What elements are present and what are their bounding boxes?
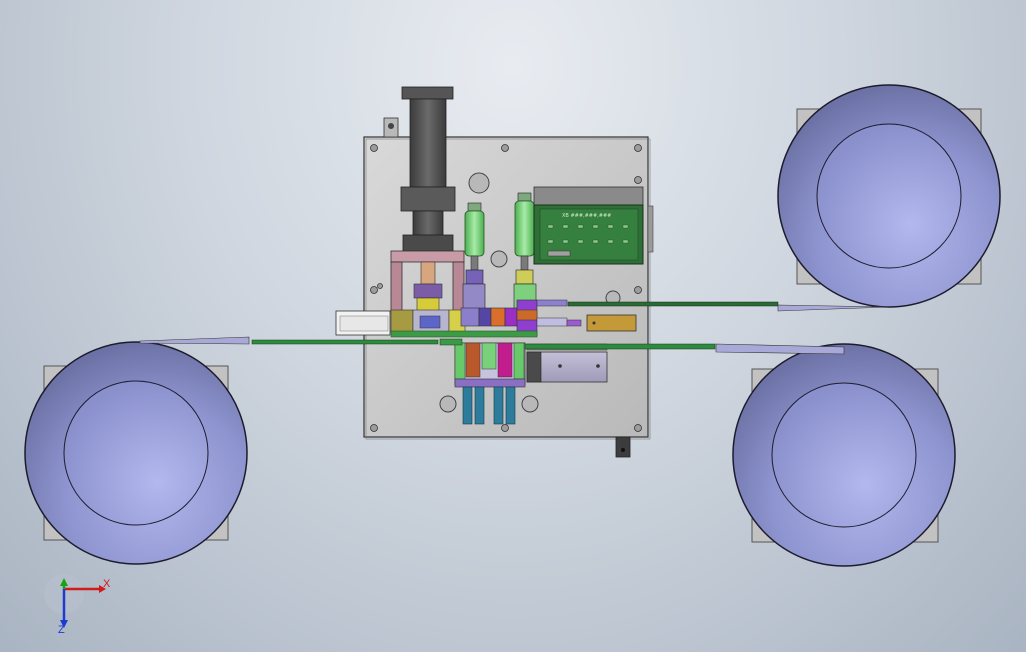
die-block bbox=[490, 307, 506, 327]
cutter-screw bbox=[596, 364, 600, 368]
x-axis-label: X bbox=[103, 578, 111, 590]
reel-hub bbox=[816, 123, 962, 269]
frame-left-leg bbox=[390, 261, 403, 313]
board-label: XB ###,###,### bbox=[562, 213, 611, 219]
die-insert bbox=[481, 342, 497, 370]
coordinate-triad[interactable]: X Z bbox=[44, 574, 111, 636]
die-block bbox=[504, 307, 518, 327]
z-axis-label: Z bbox=[58, 624, 65, 636]
board-housing bbox=[533, 186, 644, 206]
die-base bbox=[454, 378, 526, 388]
cylinder-body bbox=[464, 210, 485, 257]
tape-left-strip bbox=[251, 339, 439, 345]
feed-rail bbox=[390, 330, 538, 338]
cylinder-cap bbox=[401, 86, 454, 100]
screw bbox=[634, 176, 642, 184]
side-tab bbox=[647, 205, 654, 253]
die-insert bbox=[465, 342, 481, 378]
tape-top-strip bbox=[567, 301, 779, 307]
entry-guide-slot bbox=[339, 315, 389, 332]
hole bbox=[490, 250, 508, 268]
die-insert bbox=[497, 342, 513, 378]
frame-top bbox=[390, 250, 465, 263]
reel-bottom-right[interactable] bbox=[732, 343, 956, 567]
press-frame[interactable] bbox=[390, 250, 465, 313]
screw bbox=[634, 144, 642, 152]
die-block bbox=[478, 307, 492, 327]
screw bbox=[634, 424, 642, 432]
hole bbox=[439, 395, 457, 413]
cylinder-rod bbox=[470, 255, 479, 271]
sensor-screw bbox=[592, 321, 596, 325]
tape-left-feed bbox=[139, 336, 250, 345]
screw bbox=[377, 283, 383, 289]
frame-right-leg bbox=[452, 261, 465, 313]
controller-board[interactable]: XB ###,###,### bbox=[533, 186, 644, 265]
guide-rod bbox=[474, 386, 485, 425]
clamp-block bbox=[390, 309, 414, 333]
foot-hole bbox=[621, 448, 625, 452]
rod-clevis bbox=[465, 269, 484, 285]
mounting-foot bbox=[615, 436, 631, 458]
cutter-head bbox=[526, 351, 542, 383]
cutter-screw bbox=[558, 364, 562, 368]
cylinder-rod bbox=[520, 255, 529, 271]
screw bbox=[501, 144, 509, 152]
cad-viewport[interactable]: XB ###,###,### X Z bbox=[0, 0, 1026, 652]
guide-rod bbox=[493, 386, 504, 425]
tape-bottom-strip bbox=[524, 343, 716, 350]
cylinder-body bbox=[514, 200, 535, 257]
slider-pin bbox=[566, 319, 582, 327]
bracket-hole bbox=[388, 123, 394, 129]
rod-clevis bbox=[515, 269, 534, 285]
screw bbox=[501, 424, 509, 432]
cylinder-cap bbox=[517, 192, 532, 202]
die-green-left bbox=[454, 342, 466, 380]
cylinder-cap bbox=[467, 202, 482, 212]
board-connector bbox=[547, 250, 571, 257]
cutter-unit[interactable] bbox=[526, 343, 608, 383]
ram-head bbox=[413, 283, 443, 299]
screw bbox=[370, 424, 378, 432]
cylinder-flange bbox=[400, 186, 456, 212]
piston-rod bbox=[420, 261, 436, 285]
clamp-block bbox=[419, 315, 441, 329]
slider-rod bbox=[536, 317, 568, 327]
cylinder-mount bbox=[402, 234, 454, 252]
screw bbox=[370, 286, 378, 294]
cylinder-neck bbox=[412, 210, 444, 236]
guide-rod bbox=[462, 386, 473, 425]
screw bbox=[370, 144, 378, 152]
hole bbox=[468, 172, 490, 194]
reel-left[interactable] bbox=[24, 341, 248, 565]
die-block bbox=[460, 307, 480, 327]
reel-hub bbox=[63, 380, 209, 526]
tape-left-strip-inner bbox=[439, 338, 463, 346]
hole bbox=[521, 395, 539, 413]
slider-block bbox=[536, 299, 568, 307]
cylinder-body bbox=[409, 98, 447, 188]
die-block bbox=[516, 309, 538, 321]
reel-top-right[interactable] bbox=[777, 84, 1001, 308]
screw bbox=[634, 286, 642, 294]
die-green-right bbox=[513, 342, 525, 380]
guide-rod bbox=[505, 386, 516, 425]
reel-hub bbox=[771, 382, 917, 528]
rod-block bbox=[462, 283, 486, 311]
pneumatic-cylinder-right[interactable] bbox=[513, 192, 537, 311]
